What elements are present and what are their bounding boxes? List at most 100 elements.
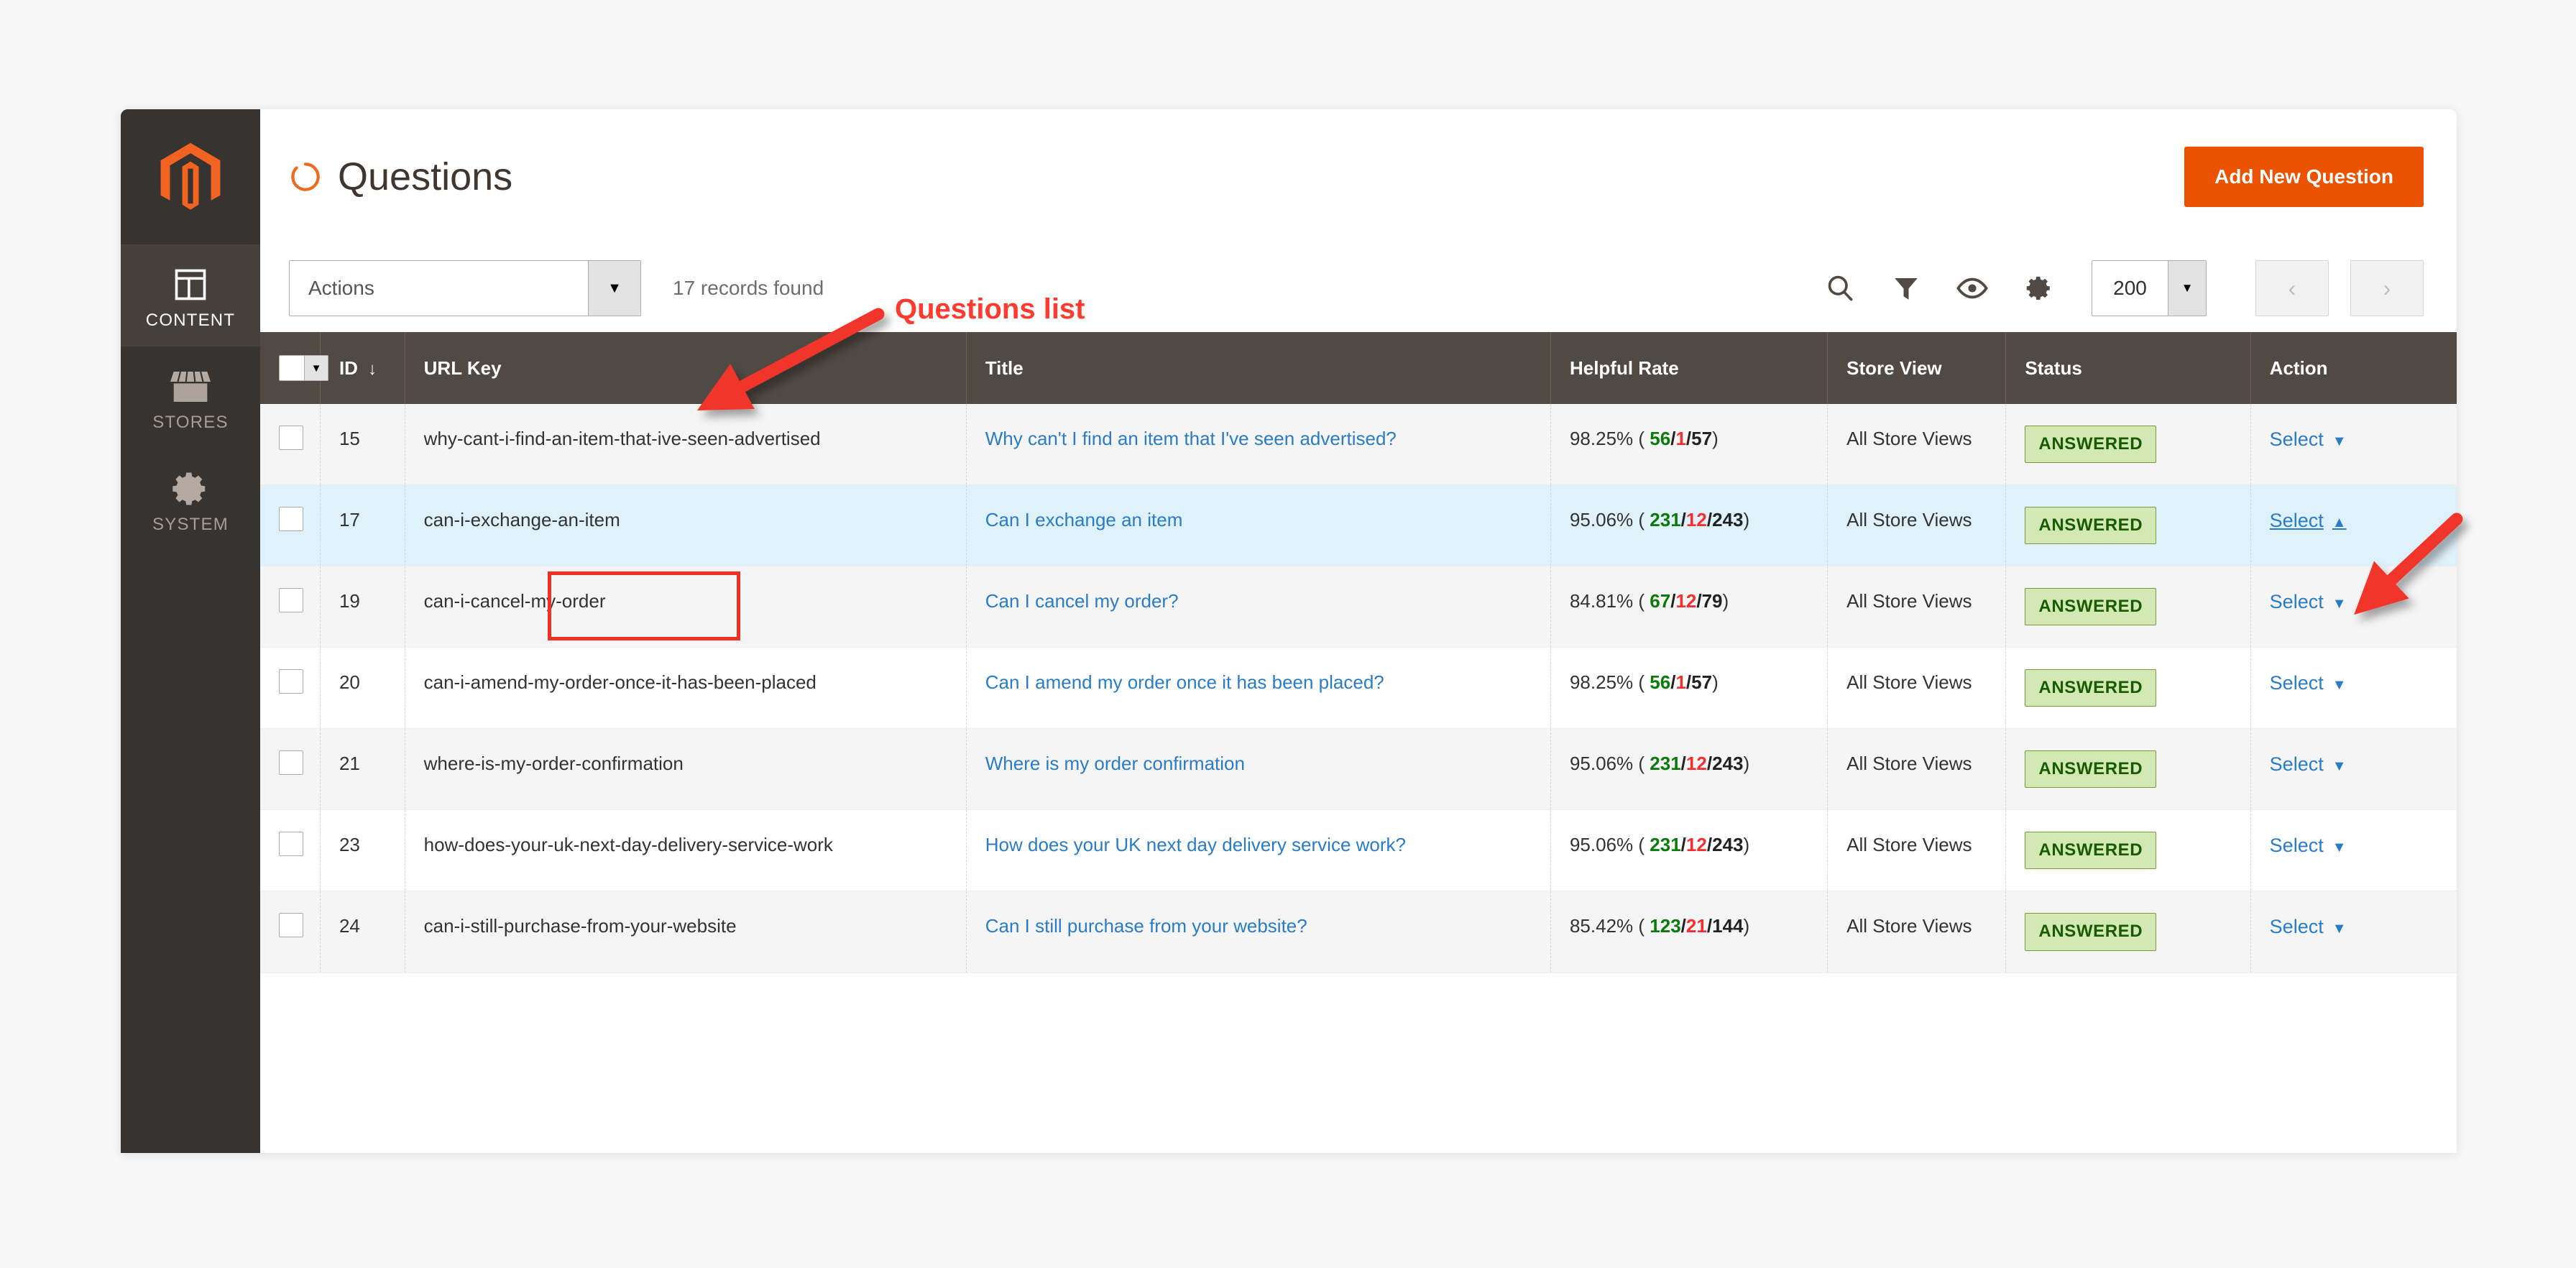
- column-header-store-view[interactable]: Store View: [1827, 332, 2007, 404]
- rate-negative: 1: [1675, 428, 1686, 449]
- row-title-link[interactable]: Can I still purchase from your website?: [985, 915, 1307, 937]
- next-page-button[interactable]: ›: [2350, 260, 2424, 316]
- chevron-up-icon: ▲: [2332, 515, 2347, 531]
- rate-slash: /: [1680, 509, 1686, 531]
- row-id: 20: [320, 647, 405, 730]
- table-row[interactable]: 20 can-i-amend-my-order-once-it-has-been-…: [260, 647, 2457, 730]
- row-url-key: can-i-amend-my-order-once-it-has-been-pl…: [405, 647, 967, 730]
- row-status-cell: ANSWERED: [2005, 566, 2251, 648]
- row-helpful-rate: 98.25% ( 56/1/57): [1550, 647, 1828, 730]
- chevron-down-icon: ▼: [2332, 677, 2347, 694]
- row-action-select[interactable]: Select ▼: [2270, 669, 2347, 697]
- chevron-down-icon: ▼: [2332, 596, 2347, 612]
- row-title-link[interactable]: Can I exchange an item: [985, 509, 1183, 530]
- sidebar-item-system[interactable]: SYSTEM: [121, 449, 260, 551]
- row-action-cell: Select ▼: [2250, 647, 2457, 730]
- columns-settings-button[interactable]: [2005, 260, 2071, 316]
- row-checkbox[interactable]: [279, 669, 303, 694]
- table-row[interactable]: 24 can-i-still-purchase-from-your-website…: [260, 891, 2457, 973]
- row-url-key: why-cant-i-find-an-item-that-ive-seen-ad…: [405, 404, 967, 486]
- rate-slash: /: [1680, 915, 1686, 937]
- store-icon: [121, 365, 260, 408]
- view-bookmarks-button[interactable]: [1939, 260, 2005, 316]
- row-helpful-rate: 85.42% ( 123/21/144): [1550, 891, 1828, 973]
- row-checkbox[interactable]: [279, 913, 303, 938]
- rate-percent: 95.06% (: [1569, 509, 1645, 531]
- status-badge: ANSWERED: [2025, 507, 2157, 545]
- row-checkbox[interactable]: [279, 588, 303, 613]
- row-action-cell: Select ▼: [2250, 728, 2457, 811]
- row-checkbox[interactable]: [279, 426, 303, 450]
- select-all-checkbox[interactable]: [280, 356, 304, 380]
- rate-percent: 95.06% (: [1569, 753, 1645, 775]
- row-status-cell: ANSWERED: [2005, 484, 2251, 567]
- row-title-link[interactable]: Where is my order confirmation: [985, 753, 1245, 774]
- actions-dropdown-value: Actions: [308, 277, 374, 299]
- row-checkbox[interactable]: [279, 507, 303, 532]
- previous-page-button[interactable]: ‹: [2255, 260, 2329, 316]
- actions-dropdown[interactable]: Actions ▼: [289, 260, 641, 316]
- column-header-url-key[interactable]: URL Key: [405, 332, 967, 404]
- filter-button[interactable]: [1873, 260, 1939, 316]
- status-badge: ANSWERED: [2025, 426, 2157, 464]
- row-checkbox-cell: [260, 404, 321, 486]
- eye-icon: [1956, 272, 1989, 305]
- select-all-dropdown[interactable]: ▼: [279, 355, 328, 381]
- chevron-down-icon: ▼: [304, 356, 328, 380]
- row-checkbox[interactable]: [279, 750, 303, 776]
- row-action-select[interactable]: Select ▼: [2270, 913, 2347, 940]
- row-action-select[interactable]: Select ▼: [2270, 832, 2347, 859]
- rate-negative: 12: [1685, 834, 1707, 856]
- magento-logo[interactable]: [121, 109, 260, 244]
- search-button[interactable]: [1807, 260, 1873, 316]
- row-action-cell: Select ▼: [2250, 891, 2457, 973]
- column-header-id[interactable]: ID ↓: [320, 332, 405, 404]
- rate-negative: 21: [1685, 915, 1707, 937]
- row-title-link[interactable]: Why can't I find an item that I've seen …: [985, 428, 1397, 449]
- table-row[interactable]: 23 how-does-your-uk-next-day-delivery-ser…: [260, 809, 2457, 892]
- row-title-link[interactable]: Can I cancel my order?: [985, 590, 1179, 612]
- status-badge: ANSWERED: [2025, 588, 2157, 626]
- row-title-link[interactable]: Can I amend my order once it has been pl…: [985, 671, 1384, 693]
- rate-positive: 56: [1650, 671, 1671, 694]
- row-action-select[interactable]: Select ▼: [2270, 750, 2347, 778]
- rate-slash: /: [1680, 834, 1686, 856]
- page-title: Questions: [338, 155, 513, 198]
- row-helpful-rate: 84.81% ( 67/12/79): [1550, 566, 1828, 648]
- rate-positive: 231: [1650, 753, 1681, 775]
- filter-icon: [1891, 273, 1921, 303]
- per-page-value: 200: [2113, 277, 2147, 299]
- row-status-cell: ANSWERED: [2005, 404, 2251, 486]
- rate-total: 57: [1691, 671, 1713, 694]
- sidebar: CONTENT STORES SYSTEM: [121, 109, 260, 1153]
- row-action-select[interactable]: Select ▼: [2270, 588, 2347, 615]
- status-badge: ANSWERED: [2025, 832, 2157, 870]
- status-badge: ANSWERED: [2025, 750, 2157, 789]
- row-helpful-rate: 98.25% ( 56/1/57): [1550, 404, 1828, 486]
- rate-percent: 84.81% (: [1569, 590, 1645, 612]
- row-action-select[interactable]: Select ▲: [2270, 507, 2347, 534]
- add-new-question-button[interactable]: Add New Question: [2184, 147, 2424, 207]
- per-page-dropdown[interactable]: 200 ▼: [2092, 260, 2207, 316]
- row-title-cell: How does your UK next day delivery servi…: [966, 809, 1551, 892]
- row-action-select[interactable]: Select ▼: [2270, 426, 2347, 453]
- column-header-title[interactable]: Title: [966, 332, 1551, 404]
- row-store-view: All Store Views: [1827, 891, 2007, 973]
- row-title-link[interactable]: How does your UK next day delivery servi…: [985, 834, 1406, 855]
- column-header-status[interactable]: Status: [2005, 332, 2251, 404]
- table-row[interactable]: 19 can-i-cancel-my-order Can I cancel my o…: [260, 566, 2457, 648]
- row-checkbox[interactable]: [279, 832, 303, 857]
- column-header-helpful-rate[interactable]: Helpful Rate: [1550, 332, 1828, 404]
- rate-close-paren: ): [1743, 509, 1750, 531]
- row-url-key: where-is-my-order-confirmation: [405, 728, 967, 811]
- row-title-cell: Can I still purchase from your website?: [966, 891, 1551, 973]
- rate-percent: 98.25% (: [1569, 428, 1645, 449]
- sidebar-item-content[interactable]: CONTENT: [121, 244, 260, 346]
- table-row[interactable]: 21 where-is-my-order-confirmation Where is…: [260, 728, 2457, 811]
- table-row[interactable]: 17 can-i-exchange-an-item Can I exchange a…: [260, 484, 2457, 567]
- row-id: 15: [320, 404, 405, 486]
- sidebar-item-stores[interactable]: STORES: [121, 346, 260, 449]
- loading-spinner-icon: [289, 160, 322, 193]
- table-row[interactable]: 15 why-cant-i-find-an-item-that-ive-seen-…: [260, 404, 2457, 486]
- rate-positive: 67: [1650, 590, 1671, 612]
